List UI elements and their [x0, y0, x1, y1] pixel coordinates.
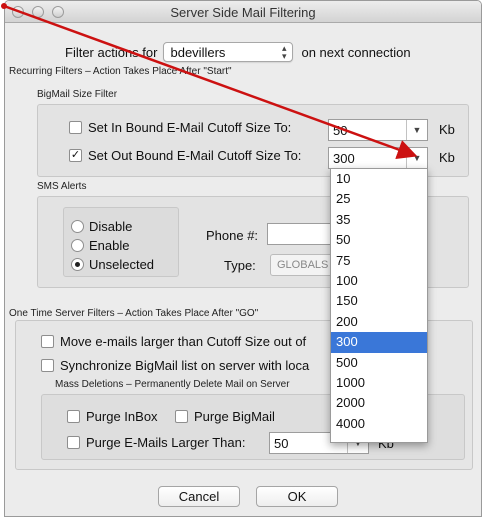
dropdown-option[interactable]: 1000 — [331, 373, 427, 393]
sms-alerts-heading: SMS Alerts — [37, 181, 87, 192]
disable-label: Disable — [89, 219, 133, 234]
in-bound-row: Set In Bound E-Mail Cutoff Size To: — [69, 120, 291, 135]
dropdown-option[interactable]: 150 — [331, 291, 427, 311]
disable-radio[interactable] — [71, 220, 84, 233]
in-bound-size-combo[interactable]: 50 ▼ — [328, 119, 428, 141]
purge-bigmail-label: Purge BigMail — [194, 409, 275, 424]
purge-inbox-label: Purge InBox — [86, 409, 158, 424]
purge-bigmail-row: Purge BigMail — [175, 409, 275, 424]
filter-actions-row: Filter actions for bdevillers ▴ ▾ on next… — [65, 42, 411, 62]
unselected-radio[interactable] — [71, 258, 84, 271]
dropdown-option[interactable]: 4000 — [331, 414, 427, 434]
select-arrows-icon: ▴ ▾ — [281, 43, 287, 61]
account-select[interactable]: bdevillers ▴ ▾ — [163, 42, 294, 62]
out-bound-checkbox[interactable]: ✓ — [69, 149, 82, 162]
filter-actions-suffix: on next connection — [301, 44, 411, 60]
mail-filtering-window: Server Side Mail Filtering Filter action… — [4, 0, 482, 517]
dropdown-option[interactable]: 25 — [331, 189, 427, 209]
sync-label: Synchronize BigMail list on server with … — [60, 358, 310, 373]
cutoff-size-dropdown-list[interactable]: 10 25 35 50 75 100 150 200 300 500 1000 … — [330, 168, 428, 443]
dropdown-option[interactable]: 10 — [331, 169, 427, 189]
chevron-down-icon[interactable]: ▼ — [406, 148, 427, 168]
purge-inbox-checkbox[interactable] — [67, 410, 80, 423]
type-label: Type: — [224, 258, 256, 273]
purge-inbox-row: Purge InBox — [67, 409, 158, 424]
sync-checkbox[interactable] — [41, 359, 54, 372]
in-bound-label: Set In Bound E-Mail Cutoff Size To: — [88, 120, 292, 135]
purge-larger-checkbox[interactable] — [67, 436, 80, 449]
enable-label: Enable — [89, 238, 130, 253]
sms-option-disable[interactable]: Disable — [71, 219, 132, 234]
dropdown-option-selected[interactable]: 300 — [331, 332, 427, 353]
move-checkbox[interactable] — [41, 335, 54, 348]
dropdown-option[interactable]: 500 — [331, 353, 427, 373]
unselected-label: Unselected — [89, 257, 155, 272]
dropdown-option[interactable]: 75 — [331, 251, 427, 271]
enable-radio[interactable] — [71, 239, 84, 252]
phone-input[interactable] — [267, 223, 337, 245]
dropdown-option[interactable]: 100 — [331, 271, 427, 291]
move-row: Move e-mails larger than Cutoff Size out… — [41, 334, 306, 349]
out-bound-size-value: 300 — [333, 150, 355, 166]
purge-larger-label: Purge E-Mails Larger Than: — [86, 435, 246, 450]
move-label: Move e-mails larger than Cutoff Size out… — [60, 334, 307, 349]
dropdown-option[interactable]: 200 — [331, 312, 427, 332]
dropdown-option[interactable]: 2000 — [331, 393, 427, 413]
recurring-filters-heading: Recurring Filters – Action Takes Place A… — [9, 66, 232, 77]
out-bound-label: Set Out Bound E-Mail Cutoff Size To: — [88, 148, 302, 163]
sync-row: Synchronize BigMail list on server with … — [41, 358, 309, 373]
purge-larger-row: Purge E-Mails Larger Than: — [67, 435, 245, 450]
dropdown-option[interactable]: 50 — [331, 230, 427, 250]
account-select-value: bdevillers — [170, 44, 226, 60]
in-bound-size-value: 50 — [333, 122, 348, 138]
title-bar: Server Side Mail Filtering — [5, 1, 481, 23]
window-title: Server Side Mail Filtering — [170, 5, 316, 20]
in-bound-unit: Kb — [439, 122, 455, 137]
size-filter-heading: BigMail Size Filter — [37, 89, 118, 100]
out-bound-size-combo[interactable]: 300 ▼ — [328, 147, 428, 169]
filter-actions-prefix: Filter actions for — [65, 44, 158, 60]
purge-bigmail-checkbox[interactable] — [175, 410, 188, 423]
mass-deletions-heading: Mass Deletions – Permanently Delete Mail… — [55, 379, 290, 390]
cancel-button[interactable]: Cancel — [158, 486, 240, 507]
sms-option-enable[interactable]: Enable — [71, 238, 129, 253]
out-bound-unit: Kb — [439, 150, 455, 165]
phone-label: Phone #: — [206, 228, 259, 243]
in-bound-checkbox[interactable] — [69, 121, 82, 134]
dropdown-option[interactable]: 35 — [331, 210, 427, 230]
sms-option-unselected[interactable]: Unselected — [71, 257, 154, 272]
one-time-heading: One Time Server Filters – Action Takes P… — [9, 308, 259, 319]
type-select-value: GLOBALS — [277, 259, 329, 271]
ok-button[interactable]: OK — [256, 486, 338, 507]
chevron-down-icon[interactable]: ▼ — [406, 120, 427, 140]
out-bound-row: ✓ Set Out Bound E-Mail Cutoff Size To: — [69, 148, 301, 163]
